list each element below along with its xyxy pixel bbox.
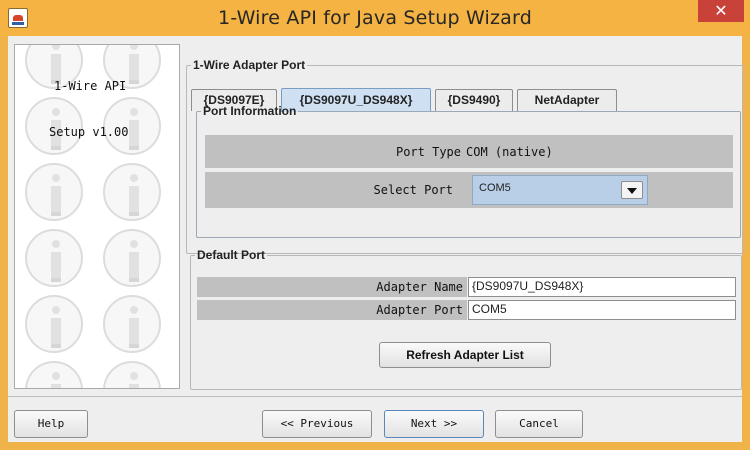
- info-i-icon: [25, 295, 83, 353]
- title-bar[interactable]: 1-Wire API for Java Setup Wizard ✕: [0, 0, 750, 36]
- info-i-icon: [103, 229, 161, 287]
- info-i-icon: [103, 361, 161, 388]
- adapter-name-label: Adapter Name: [376, 280, 463, 294]
- chevron-down-icon[interactable]: [621, 181, 643, 199]
- adapter-port-legend: 1-Wire Adapter Port: [193, 58, 306, 72]
- next-button[interactable]: Next >>: [384, 410, 484, 438]
- help-button[interactable]: Help: [14, 410, 88, 438]
- port-type-value: COM (native): [466, 145, 553, 159]
- port-information-legend: Port Information: [203, 104, 297, 118]
- side-banner-panel: 1-Wire API Setup v1.00: [14, 44, 180, 389]
- adapter-name-field[interactable]: {DS9097U_DS948X}: [468, 277, 736, 297]
- port-information-group: Port Information Port Type COM (native) …: [196, 104, 741, 238]
- default-port-legend: Default Port: [197, 248, 266, 262]
- select-port-value: COM5: [479, 182, 511, 194]
- previous-button[interactable]: << Previous: [262, 410, 372, 438]
- info-i-icon: [103, 163, 161, 221]
- select-port-combo[interactable]: COM5: [472, 175, 648, 205]
- wizard-client-area: 1-Wire API Setup v1.00 1-Wire Adapter Po…: [8, 36, 744, 442]
- footer-divider: [8, 396, 742, 397]
- info-i-icon: [25, 361, 83, 388]
- version-text: Setup v1.00: [49, 125, 129, 139]
- port-type-label: Port Type: [395, 145, 461, 159]
- setup-wizard-window: 1-Wire API for Java Setup Wizard ✕ 1-Wir…: [0, 0, 750, 450]
- cancel-button[interactable]: Cancel: [495, 410, 583, 438]
- window-title: 1-Wire API for Java Setup Wizard: [218, 7, 532, 29]
- close-button[interactable]: ✕: [698, 0, 744, 22]
- adapter-port-field[interactable]: COM5: [468, 300, 736, 320]
- info-i-icon: [25, 229, 83, 287]
- default-port-group: Default Port Adapter Name {DS9097U_DS948…: [190, 248, 742, 390]
- select-port-label: Select Port: [373, 183, 453, 197]
- info-i-icon: [25, 163, 83, 221]
- info-i-icon: [103, 295, 161, 353]
- refresh-adapter-list-button[interactable]: Refresh Adapter List: [379, 342, 551, 368]
- product-name-text: 1-Wire API: [54, 79, 127, 93]
- adapter-port-label: Adapter Port: [376, 303, 463, 317]
